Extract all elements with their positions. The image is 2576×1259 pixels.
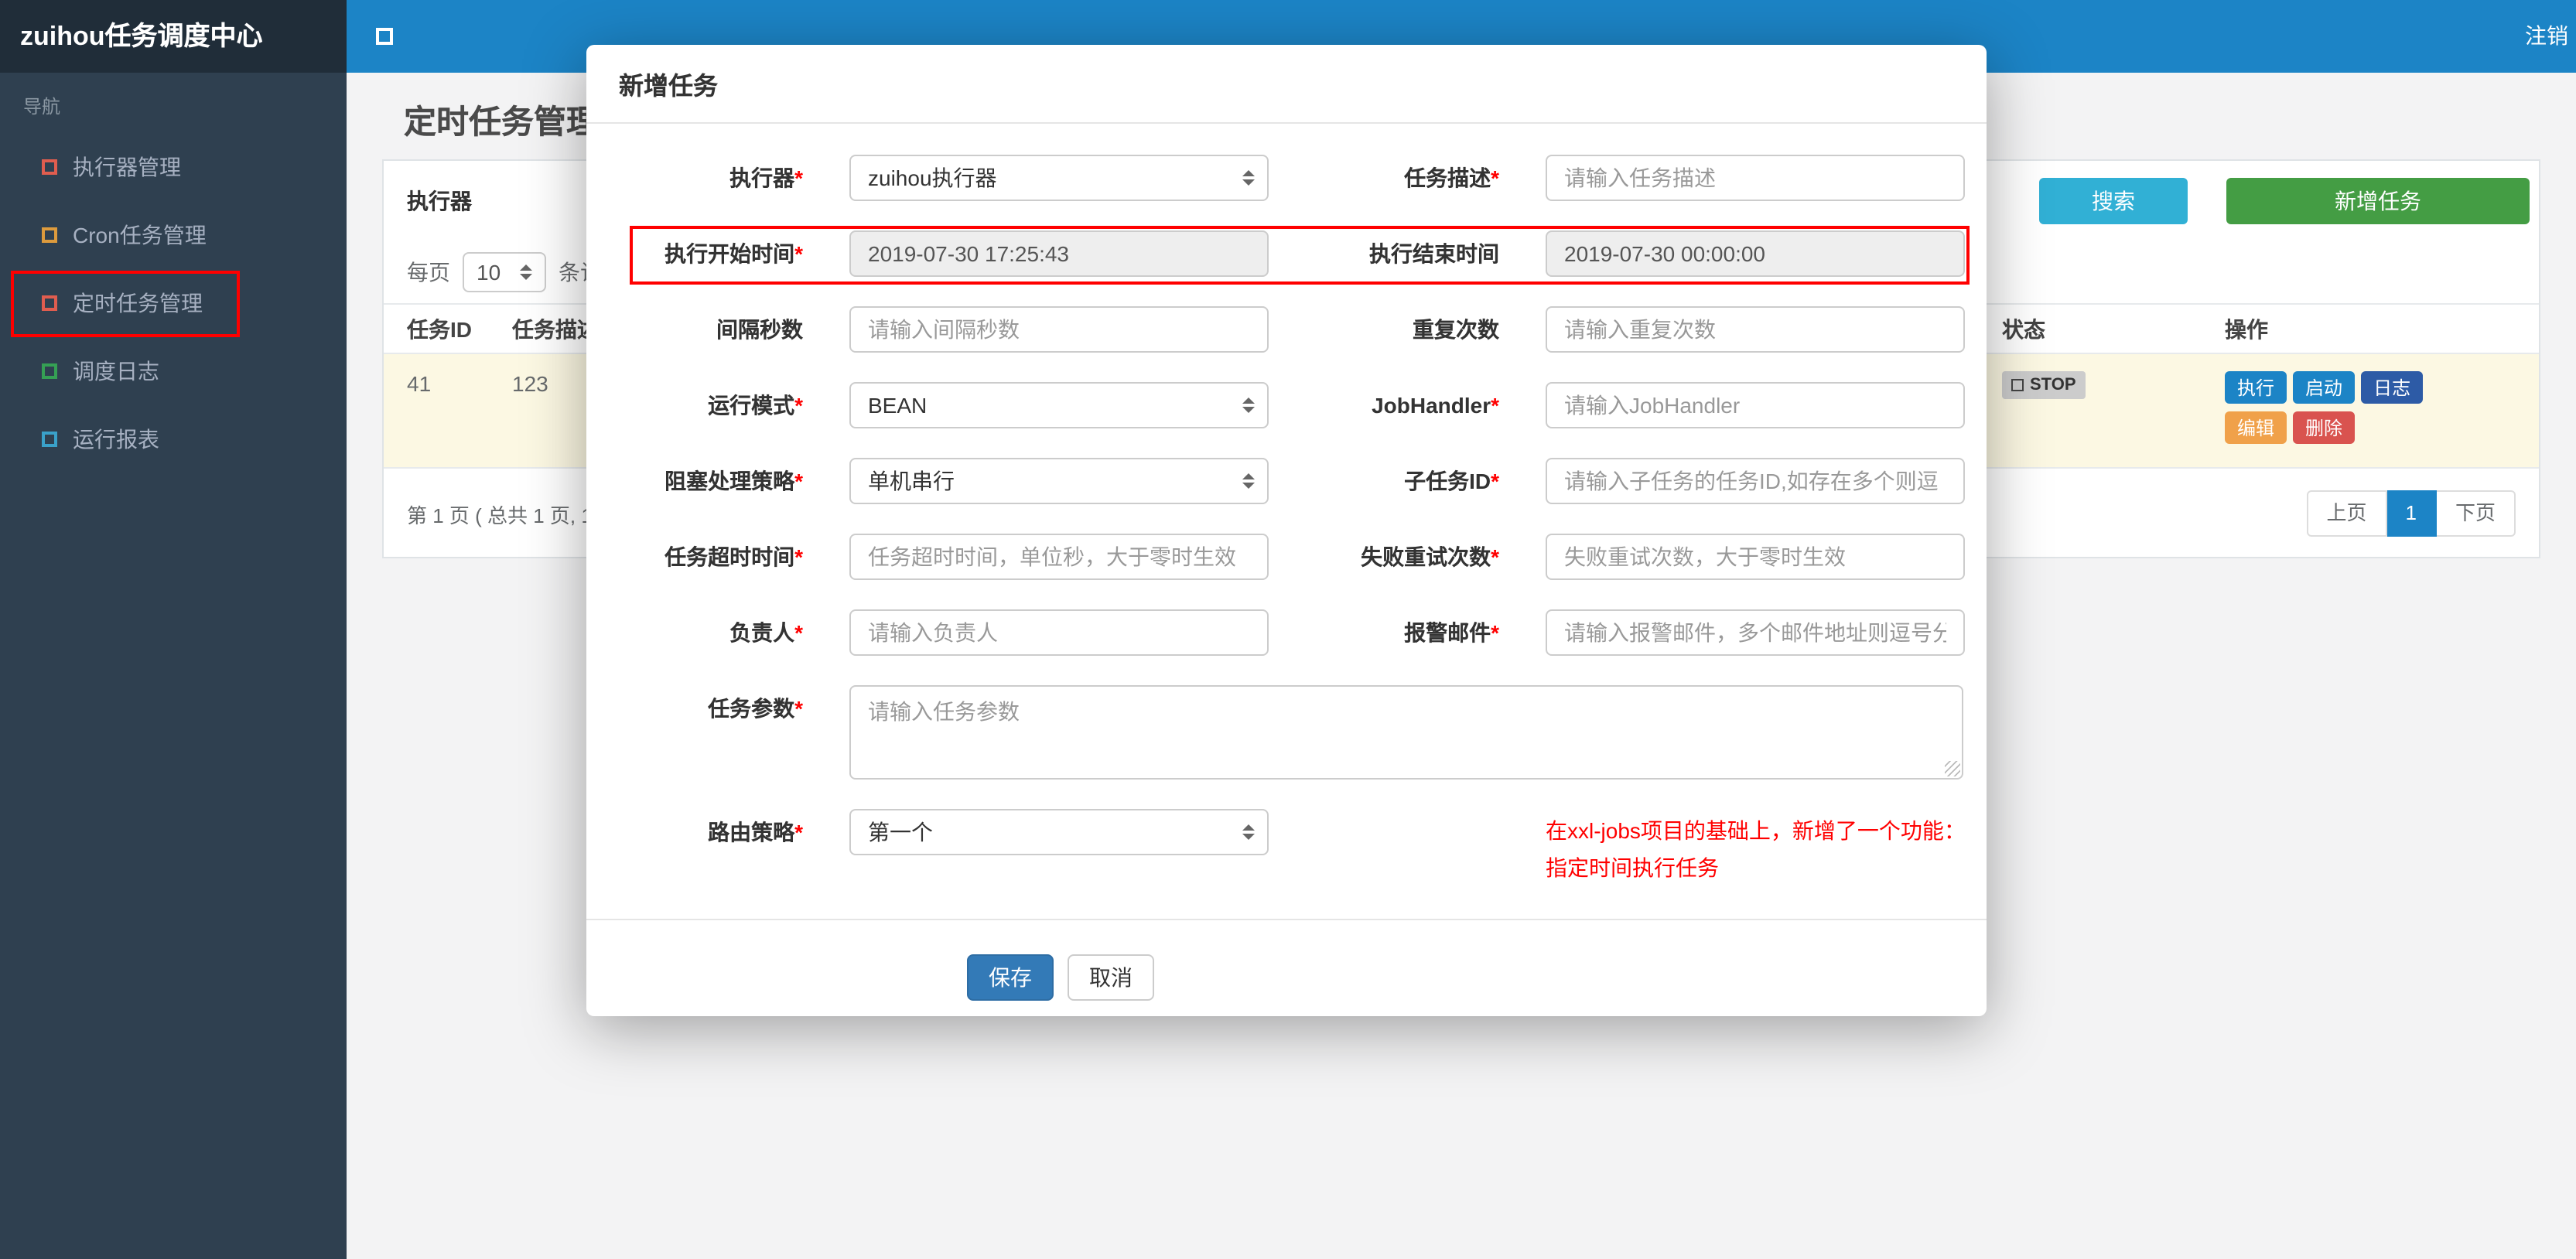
- end-time-input[interactable]: [1546, 230, 1965, 277]
- header-operation: 操作: [2225, 303, 2539, 354]
- repeat-count-label: 重复次数: [1413, 317, 1499, 342]
- interval-input[interactable]: [849, 306, 1269, 353]
- delete-button[interactable]: 删除: [2293, 411, 2356, 444]
- select-caret-icon: [1242, 397, 1255, 413]
- pagination-summary: 第 1 页 ( 总共 1 页, 1: [407, 504, 593, 527]
- executor-label: 执行器*: [729, 165, 803, 190]
- run-mode-select-value: BEAN: [868, 393, 928, 418]
- timeout-input[interactable]: [849, 534, 1269, 580]
- sidebar-item-label: Cron任务管理: [73, 223, 207, 247]
- modal-body: 执行器* zuihou执行器 任务描述* 执行开始时间* 执行结束时间 间隔秒数: [586, 124, 1987, 1001]
- cell-status: STOP: [2002, 353, 2225, 469]
- sidebar-item-label: 调度日志: [73, 359, 159, 384]
- start-time-label: 执行开始时间*: [664, 241, 803, 266]
- log-button[interactable]: 日志: [2361, 371, 2424, 404]
- child-job-input[interactable]: [1546, 458, 1965, 504]
- repeat-count-input[interactable]: [1546, 306, 1965, 353]
- resize-handle-icon[interactable]: [1945, 761, 1960, 776]
- prev-page-button[interactable]: 上页: [2306, 490, 2387, 537]
- route-strategy-label: 路由策略*: [708, 820, 803, 844]
- sidebar-item-schedule-log[interactable]: 调度日志: [0, 337, 347, 405]
- sidebar-item-label: 运行报表: [73, 427, 159, 452]
- sidebar: 导航 执行器管理 Cron任务管理 定时任务管理 调度日志 运行报表: [0, 73, 347, 1259]
- timeout-label: 任务超时时间*: [664, 544, 803, 569]
- owner-input[interactable]: [849, 609, 1269, 656]
- feature-note-line1: 在xxl-jobs项目的基础上，新增了一个功能：: [1546, 818, 1966, 843]
- job-param-textarea[interactable]: [849, 685, 1963, 780]
- add-task-modal: 新增任务 执行器* zuihou执行器 任务描述* 执行开始时间* 执行结束时间: [586, 45, 1987, 1016]
- app-brand[interactable]: zuihou任务调度中心: [0, 0, 347, 73]
- square-icon: [42, 432, 57, 447]
- logout-link[interactable]: 注销: [2522, 0, 2571, 73]
- next-page-button[interactable]: 下页: [2436, 490, 2516, 537]
- add-task-button[interactable]: 新增任务: [2226, 178, 2530, 224]
- select-caret-icon: [1242, 473, 1255, 489]
- jobhandler-label: JobHandler*: [1372, 393, 1499, 418]
- sidebar-item-scheduled-task-management[interactable]: 定时任务管理: [0, 269, 347, 337]
- cell-operations: 执行 启动 日志 编辑 删除: [2225, 353, 2539, 469]
- sidebar-item-label: 执行器管理: [73, 155, 181, 179]
- retry-count-label: 失败重试次数*: [1361, 544, 1499, 569]
- page-title: 定时任务管理: [404, 105, 599, 141]
- executor-select[interactable]: zuihou执行器: [849, 155, 1269, 201]
- block-strategy-select[interactable]: 单机串行: [849, 458, 1269, 504]
- modal-footer: 保存 取消: [586, 920, 1987, 1001]
- sidebar-item-cron-task-management[interactable]: Cron任务管理: [0, 201, 347, 269]
- child-job-label: 子任务ID*: [1404, 469, 1499, 493]
- square-icon: [42, 227, 57, 243]
- square-icon: [42, 295, 57, 311]
- page-size-value: 10: [477, 260, 501, 285]
- alarm-email-input[interactable]: [1546, 609, 1965, 656]
- feature-note-line2: 指定时间执行任务: [1546, 855, 1719, 880]
- modal-header: 新增任务: [586, 45, 1987, 124]
- status-badge: STOP: [2002, 371, 2086, 399]
- executor-select-value: zuihou执行器: [868, 165, 997, 190]
- status-text: STOP: [2030, 376, 2076, 394]
- retry-count-input[interactable]: [1546, 534, 1965, 580]
- alarm-email-label: 报警邮件*: [1404, 620, 1499, 645]
- job-param-label: 任务参数*: [708, 696, 803, 721]
- square-icon: [42, 363, 57, 379]
- interval-label: 间隔秒数: [716, 317, 803, 342]
- select-caret-icon: [520, 264, 532, 280]
- square-icon: [2011, 379, 2024, 391]
- end-time-label: 执行结束时间: [1369, 241, 1499, 266]
- select-caret-icon: [1242, 170, 1255, 186]
- run-button[interactable]: 执行: [2225, 371, 2287, 404]
- page-size-select[interactable]: 10: [463, 252, 546, 292]
- search-button[interactable]: 搜索: [2039, 178, 2188, 224]
- per-page-label: 每页: [407, 260, 450, 285]
- start-time-input[interactable]: [849, 230, 1269, 277]
- pager: 上页 1 下页: [2306, 490, 2516, 537]
- header-status: 状态: [2002, 303, 2225, 354]
- sidebar-item-executor-management[interactable]: 执行器管理: [0, 133, 347, 201]
- job-desc-label: 任务描述*: [1404, 165, 1499, 190]
- modal-title: 新增任务: [619, 74, 719, 101]
- block-strategy-label: 阻塞处理策略*: [664, 469, 803, 493]
- save-button[interactable]: 保存: [967, 954, 1054, 1001]
- edit-button[interactable]: 编辑: [2225, 411, 2287, 444]
- route-strategy-select-value: 第一个: [868, 820, 933, 844]
- start-button[interactable]: 启动: [2293, 371, 2356, 404]
- page-number-button[interactable]: 1: [2386, 490, 2437, 537]
- jobhandler-input[interactable]: [1546, 382, 1965, 428]
- run-mode-label: 运行模式*: [708, 393, 803, 418]
- square-icon: [42, 159, 57, 175]
- sidebar-item-run-report[interactable]: 运行报表: [0, 405, 347, 473]
- executor-filter-label: 执行器: [407, 189, 472, 213]
- run-mode-select[interactable]: BEAN: [849, 382, 1269, 428]
- owner-label: 负责人*: [729, 620, 803, 645]
- nav-section-label: 导航: [23, 96, 61, 118]
- block-strategy-select-value: 单机串行: [868, 469, 955, 493]
- cell-job-id: 41: [384, 353, 512, 469]
- sidebar-toggle-icon[interactable]: [376, 28, 393, 45]
- select-caret-icon: [1242, 824, 1255, 840]
- feature-note: 在xxl-jobs项目的基础上，新增了一个功能： 指定时间执行任务: [1546, 812, 1966, 886]
- screen: zuihou任务调度中心 注销 导航 执行器管理 Cron任务管理 定时任务管理…: [0, 0, 2576, 1259]
- sidebar-item-label: 定时任务管理: [73, 291, 203, 316]
- cancel-button[interactable]: 取消: [1068, 954, 1154, 1001]
- job-desc-input[interactable]: [1546, 155, 1965, 201]
- route-strategy-select[interactable]: 第一个: [849, 809, 1269, 855]
- header-job-id: 任务ID: [384, 303, 512, 354]
